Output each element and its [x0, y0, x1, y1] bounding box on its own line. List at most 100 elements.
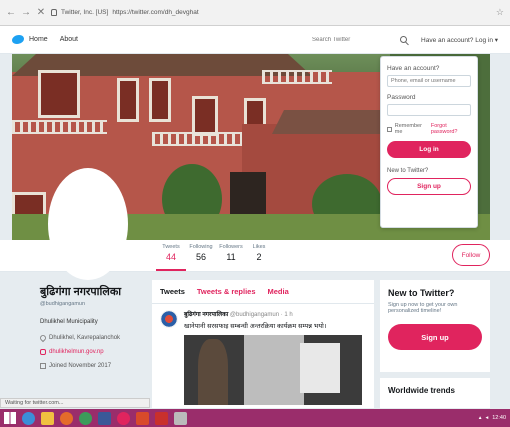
- profile-joined: Joined November 2017: [49, 363, 112, 369]
- chrome-icon[interactable]: [79, 411, 92, 425]
- url-text: https://twitter.com/dh_devghat: [112, 9, 199, 16]
- browser-status-bar: Waiting for twitter.com...: [0, 398, 150, 408]
- profile-name: बुढिगंगा नगरपालिका: [40, 286, 122, 298]
- stat-value: 44: [165, 252, 176, 262]
- timeline-tabs: Tweets Tweets & replies Media: [152, 280, 374, 304]
- login-dropdown: Have an account? Password Remember me Fo…: [380, 56, 478, 228]
- window: [117, 78, 139, 122]
- stat-tweets[interactable]: Tweets 44: [156, 244, 186, 271]
- remember-row: Remember me Forgot password?: [387, 123, 471, 135]
- tab-media[interactable]: Media: [268, 287, 289, 296]
- stat-label: Following: [189, 244, 213, 250]
- stat-label: Followers: [219, 244, 243, 250]
- password-label: Password: [387, 94, 416, 101]
- new-to-twitter-title: New to Twitter?: [388, 288, 455, 298]
- tweet-media-photo[interactable]: [184, 335, 362, 405]
- timeline: Tweets Tweets & replies Media बुढिगंगा न…: [152, 280, 374, 408]
- tweet-text: खानेपानी सरसफाइ सम्बन्धी अन्तरक्रिया कार…: [184, 323, 327, 330]
- media-person: [198, 339, 228, 405]
- bookmark-star-icon[interactable]: ☆: [496, 7, 504, 18]
- edge-icon[interactable]: [22, 411, 35, 425]
- browser-toolbar: ← → ✕ Twitter, Inc. [US] https://twitter…: [0, 0, 510, 26]
- password-field[interactable]: [387, 104, 471, 116]
- site-identity: Twitter, Inc. [US]: [61, 9, 109, 16]
- back-button[interactable]: ←: [6, 7, 16, 18]
- powerpoint-icon[interactable]: [155, 411, 168, 425]
- window: [192, 96, 218, 136]
- stat-value: 2: [256, 252, 262, 262]
- profile-joined-row: Joined November 2017: [40, 363, 150, 369]
- address-bar[interactable]: Twitter, Inc. [US] https://twitter.com/d…: [51, 6, 491, 20]
- profile-website-row: dhulikhelmun.gov.np: [40, 349, 150, 355]
- window: [149, 78, 171, 122]
- calendar-icon: [40, 363, 46, 369]
- dropdown-signup-button[interactable]: Sign up: [387, 178, 471, 195]
- search-icon[interactable]: [400, 36, 408, 43]
- tweet-avatar[interactable]: [160, 310, 178, 328]
- stat-value: 56: [195, 252, 206, 262]
- settings-icon[interactable]: [174, 411, 187, 425]
- stat-followers[interactable]: Followers 11: [216, 244, 246, 262]
- remember-checkbox[interactable]: [387, 126, 392, 132]
- lock-icon: [51, 9, 57, 16]
- trends-card: Worldwide trends: [380, 378, 490, 408]
- app-icon[interactable]: [117, 411, 130, 425]
- stat-likes[interactable]: Likes 2: [244, 244, 274, 262]
- nav-home[interactable]: Home: [29, 36, 48, 43]
- stop-button[interactable]: ✕: [36, 7, 46, 18]
- login-dropdown-toggle[interactable]: Have an account? Log in ▾: [421, 36, 498, 44]
- profile-location-row: Dhulikhel, Kavrepalanchok: [38, 333, 150, 343]
- twitter-bird-icon[interactable]: [12, 35, 24, 44]
- new-to-twitter-subtitle: Sign up now to get your own personalized…: [388, 302, 458, 314]
- link-icon: [40, 349, 46, 355]
- stat-following[interactable]: Following 56: [186, 244, 216, 262]
- signup-button[interactable]: Sign up: [388, 324, 482, 350]
- profile-card: बुढिगंगा नगरपालिका @budhigangamun Dhulik…: [38, 284, 150, 377]
- tab-tweets-replies[interactable]: Tweets & replies: [197, 287, 256, 296]
- profile-bio: Dhulikhel Municipality: [40, 319, 98, 325]
- forgot-password-link[interactable]: Forgot password?: [431, 123, 471, 135]
- balcony-railing: [262, 70, 332, 84]
- twitter-topbar: Home About Have an account? Log in ▾: [0, 26, 510, 54]
- tweet-author[interactable]: बुढिगंगा नगरपालिका: [184, 312, 228, 318]
- facebook-icon[interactable]: [98, 411, 111, 425]
- window: [38, 70, 80, 118]
- tweet-header: बुढिगंगा नगरपालिका @budhigangamun · 1 h: [184, 310, 366, 318]
- balcony-railing: [12, 120, 107, 134]
- tweet-meta: @budhigangamun · 1 h: [229, 312, 293, 318]
- profile-location: Dhulikhel, Kavrepalanchok: [49, 335, 121, 341]
- system-tray: ▴ ◂ 12:40: [479, 415, 506, 421]
- nav-about[interactable]: About: [60, 36, 78, 43]
- new-to-twitter-label: New to Twitter?: [387, 168, 429, 174]
- media-player-icon[interactable]: [136, 411, 149, 425]
- follow-button[interactable]: Follow: [452, 244, 490, 266]
- trends-title: Worldwide trends: [388, 386, 455, 395]
- login-title: Have an account?: [387, 65, 440, 72]
- tab-tweets[interactable]: Tweets: [160, 287, 185, 296]
- windows-taskbar: ▴ ◂ 12:40: [0, 409, 510, 427]
- search-area: Have an account? Log in ▾: [312, 32, 498, 47]
- location-pin-icon: [38, 333, 48, 343]
- porch-roof: [272, 110, 392, 134]
- media-wall: [244, 335, 304, 405]
- username-field[interactable]: [387, 75, 471, 87]
- windows-start-icon[interactable]: [4, 412, 16, 424]
- search-input[interactable]: [312, 32, 393, 47]
- network-icon[interactable]: ▴: [479, 415, 482, 421]
- firefox-icon[interactable]: [60, 411, 73, 425]
- tweet[interactable]: बुढिगंगा नगरपालिका @budhigangamun · 1 h …: [152, 304, 374, 408]
- stat-value: 11: [226, 252, 236, 262]
- media-projector-screen: [300, 343, 340, 393]
- avatar[interactable]: [48, 168, 128, 280]
- new-to-twitter-card: New to Twitter? Sign up now to get your …: [380, 280, 490, 372]
- login-button[interactable]: Log in: [387, 141, 471, 158]
- tweet-body: बुढिगंगा नगरपालिका @budhigangamun · 1 h …: [184, 310, 366, 405]
- file-explorer-icon[interactable]: [41, 411, 54, 425]
- volume-icon[interactable]: ◂: [485, 415, 488, 421]
- clock[interactable]: 12:40: [492, 415, 506, 421]
- profile-website-link[interactable]: dhulikhelmun.gov.np: [49, 349, 104, 355]
- stat-label: Likes: [252, 244, 266, 250]
- profile-handle: @budhigangamun: [40, 301, 86, 307]
- forward-button[interactable]: →: [21, 7, 31, 18]
- remember-label: Remember me: [394, 123, 422, 135]
